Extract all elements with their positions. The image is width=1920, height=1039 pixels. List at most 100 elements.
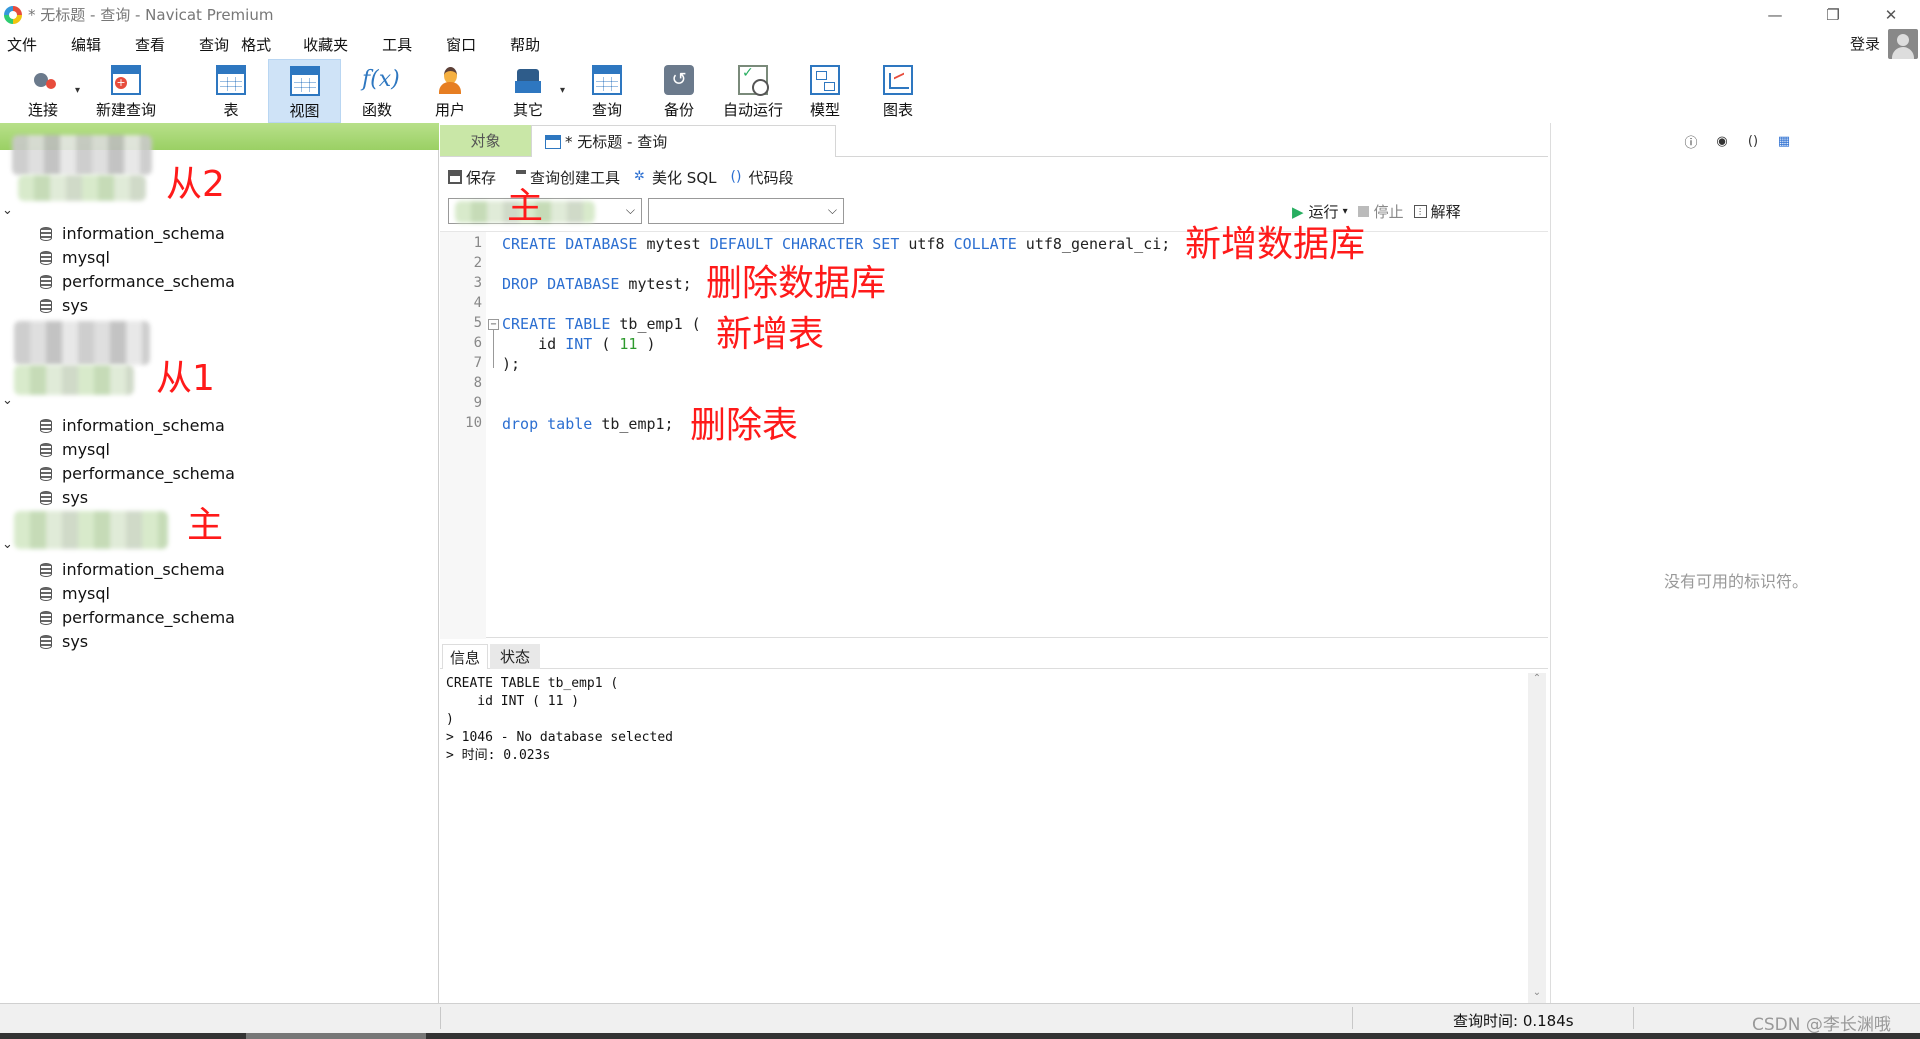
- database-item[interactable]: mysql: [40, 248, 110, 267]
- database-item[interactable]: sys: [40, 296, 88, 315]
- database-icon: [40, 490, 52, 505]
- sql-keyword: DEFAULT CHARACTER SET: [709, 235, 900, 253]
- eye-icon[interactable]: ◉: [1712, 132, 1732, 150]
- watermark: CSDN @李长渊哦: [1752, 1015, 1891, 1035]
- run-controls: ▶ 运行 ▾ 停止 ⋮ 解释: [1292, 201, 1471, 222]
- database-icon: [40, 466, 52, 481]
- tab-objects[interactable]: 对象: [440, 125, 531, 156]
- backup-button[interactable]: 备份: [654, 59, 704, 123]
- annotation-create-database: 新增数据库: [1185, 224, 1366, 265]
- menu-edit[interactable]: 编辑: [68, 34, 104, 55]
- query-button[interactable]: 查询: [582, 59, 632, 123]
- tab-info[interactable]: 信息: [442, 644, 488, 669]
- close-button[interactable]: ✕: [1862, 0, 1920, 29]
- database-item[interactable]: performance_schema: [40, 272, 235, 291]
- stop-button[interactable]: 停止: [1357, 201, 1404, 222]
- chart-button[interactable]: 图表: [873, 59, 923, 123]
- scroll-down-icon[interactable]: ⌄: [1528, 987, 1546, 1003]
- database-item[interactable]: performance_schema: [40, 608, 235, 627]
- connection-select[interactable]: 主 ⌵: [448, 189, 642, 225]
- code-line-5: CREATE TABLE tb_emp1 (: [502, 315, 701, 333]
- user-button[interactable]: 用户: [425, 59, 475, 123]
- sql-editor[interactable]: 1 2 3 4 5 6 7 8 9 10 CREATE DATABASE myt…: [440, 227, 1548, 639]
- database-item[interactable]: information_schema: [40, 560, 225, 579]
- menu-view[interactable]: 查看: [132, 34, 168, 55]
- beautify-sql-button[interactable]: ✲ 美化 SQL: [634, 167, 716, 188]
- backup-icon: [664, 65, 694, 95]
- play-icon: ▶: [1292, 202, 1304, 221]
- code-line-6: id INT ( 11 ): [502, 335, 655, 353]
- connect-button[interactable]: 连接 ▾: [18, 59, 80, 123]
- chart-icon: [883, 65, 913, 95]
- menu-tools[interactable]: 工具: [379, 34, 415, 55]
- restore-button[interactable]: ❐: [1804, 0, 1862, 29]
- menu-format[interactable]: 格式: [238, 34, 274, 55]
- chevron-down-icon[interactable]: ⌄: [2, 393, 13, 408]
- database-item[interactable]: information_schema: [40, 224, 225, 243]
- database-icon: [40, 442, 52, 457]
- line-number: 9: [473, 395, 482, 411]
- annotation-master: 主: [187, 505, 224, 546]
- chevron-down-icon[interactable]: ▾: [560, 85, 565, 96]
- view-button[interactable]: 视图: [268, 59, 341, 123]
- save-button[interactable]: 保存: [448, 167, 496, 188]
- sql-text: utf8: [899, 235, 954, 253]
- sql-text: id: [502, 335, 566, 353]
- chevron-down-icon[interactable]: ⌄: [2, 537, 13, 552]
- menu-favorites[interactable]: 收藏夹: [300, 34, 351, 55]
- menu-query[interactable]: 查询: [196, 34, 232, 55]
- menu-file[interactable]: 文件: [4, 34, 40, 55]
- table-button[interactable]: 表: [205, 59, 257, 123]
- main-toolbar: 连接 ▾ 新建查询 表 视图 f(x) 函数 用户 其它 ▾: [0, 59, 1920, 123]
- database-item[interactable]: sys: [40, 632, 88, 651]
- scroll-up-icon[interactable]: ⌃: [1528, 673, 1546, 689]
- braces-icon[interactable]: (): [1743, 132, 1763, 150]
- sql-text: mytest;: [619, 275, 692, 293]
- new-query-button[interactable]: 新建查询: [88, 59, 164, 123]
- backup-label: 备份: [663, 101, 694, 119]
- database-icon: [40, 298, 52, 313]
- line-number: 5: [473, 315, 482, 331]
- snippet-label: 代码段: [748, 168, 794, 187]
- fold-toggle-icon[interactable]: −: [488, 319, 499, 330]
- other-label: 其它: [512, 101, 543, 119]
- run-label: 运行: [1308, 203, 1339, 221]
- taskbar-strip: [0, 1033, 1920, 1039]
- database-item[interactable]: mysql: [40, 584, 110, 603]
- snippet-button[interactable]: () 代码段: [731, 167, 794, 188]
- auto-run-button[interactable]: 自动运行: [718, 59, 788, 123]
- model-button[interactable]: 模型: [800, 59, 850, 123]
- result-messages: CREATE TABLE tb_emp1 ( id INT ( 11 ) ) >…: [440, 669, 1528, 1001]
- explain-button[interactable]: ⋮ 解释: [1413, 201, 1461, 222]
- tab-query[interactable]: * 无标题 - 查询: [531, 125, 836, 157]
- chevron-down-icon[interactable]: ▾: [75, 85, 80, 96]
- result-scrollbar[interactable]: ⌃ ⌄: [1528, 673, 1546, 1003]
- run-button[interactable]: ▶ 运行 ▾: [1292, 201, 1348, 222]
- chevron-down-icon[interactable]: ⌄: [2, 203, 13, 218]
- menu-help[interactable]: 帮助: [507, 34, 543, 55]
- function-button[interactable]: f(x) 函数: [352, 59, 402, 123]
- minimize-button[interactable]: —: [1746, 0, 1804, 29]
- query-builder-button[interactable]: 查询创建工具: [516, 167, 620, 188]
- chevron-down-icon[interactable]: ▾: [1343, 206, 1348, 217]
- sql-keyword: COLLATE: [953, 235, 1017, 253]
- sql-keyword: drop table: [502, 415, 593, 433]
- status-bar: 查询时间: 0.184s CSDN @李长渊哦: [0, 1003, 1920, 1035]
- info-panel: ⓘ ◉ () ▦ 没有可用的标识符。: [1550, 123, 1920, 1003]
- sql-text: (: [592, 335, 620, 353]
- database-name: sys: [62, 632, 89, 651]
- user-avatar-icon[interactable]: [1888, 29, 1918, 59]
- tab-status[interactable]: 状态: [490, 644, 540, 669]
- grid-icon[interactable]: ▦: [1774, 132, 1794, 150]
- info-panel-toolbar: ⓘ ◉ () ▦: [1681, 132, 1805, 151]
- database-name: performance_schema: [62, 464, 235, 483]
- other-button[interactable]: 其它 ▾: [503, 59, 565, 123]
- database-item[interactable]: information_schema: [40, 416, 225, 435]
- database-item[interactable]: performance_schema: [40, 464, 235, 483]
- database-item[interactable]: sys: [40, 488, 88, 507]
- info-icon[interactable]: ⓘ: [1681, 132, 1701, 151]
- database-select[interactable]: ⌵: [648, 198, 844, 224]
- database-item[interactable]: mysql: [40, 440, 110, 459]
- login-link[interactable]: 登录: [1850, 33, 1880, 54]
- menu-window[interactable]: 窗口: [443, 34, 479, 55]
